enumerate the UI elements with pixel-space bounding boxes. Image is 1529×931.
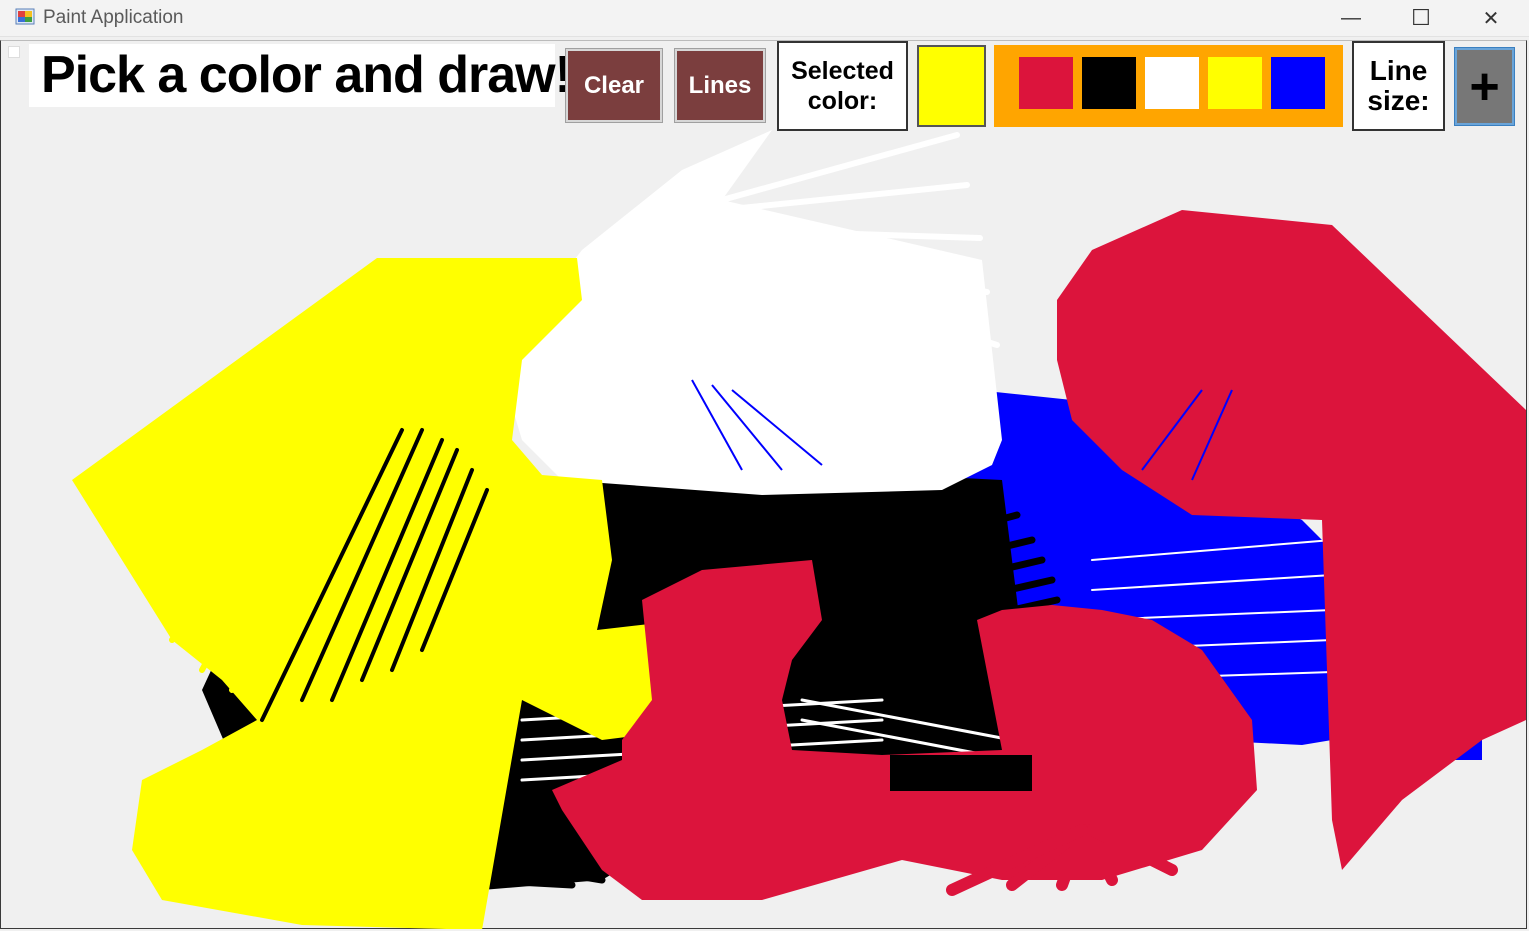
title-bar: Paint Application — ☐ ✕ xyxy=(0,0,1529,37)
line-size-label-text: Line size: xyxy=(1367,55,1430,116)
selected-color-label-text: Selected color: xyxy=(791,57,894,115)
line-size-label: Line size: xyxy=(1352,41,1445,131)
selected-color-swatch xyxy=(917,45,986,127)
increase-line-size-button[interactable]: + xyxy=(1454,47,1515,126)
palette-color-blue[interactable] xyxy=(1271,57,1325,109)
palette-color-white[interactable] xyxy=(1145,57,1199,109)
palette-color-black[interactable] xyxy=(1082,57,1136,109)
minimize-icon[interactable]: — xyxy=(1316,0,1386,36)
palette-color-red[interactable] xyxy=(1019,57,1073,109)
drawing-surface xyxy=(72,130,1526,929)
white-strokes xyxy=(507,130,1002,495)
window-title: Paint Application xyxy=(43,7,184,28)
lines-button[interactable]: Lines xyxy=(674,48,766,123)
maximize-icon[interactable]: ☐ xyxy=(1386,0,1456,36)
close-icon[interactable]: ✕ xyxy=(1456,0,1526,36)
selected-color-label: Selected color: xyxy=(777,41,908,131)
clear-button[interactable]: Clear xyxy=(565,48,663,123)
page-title: Pick a color and draw! xyxy=(29,44,572,107)
app-icon xyxy=(15,8,35,25)
corner-checkbox[interactable] xyxy=(8,46,20,58)
color-palette xyxy=(994,45,1343,127)
palette-color-yellow[interactable] xyxy=(1208,57,1262,109)
drawing-canvas[interactable] xyxy=(2,41,1526,929)
